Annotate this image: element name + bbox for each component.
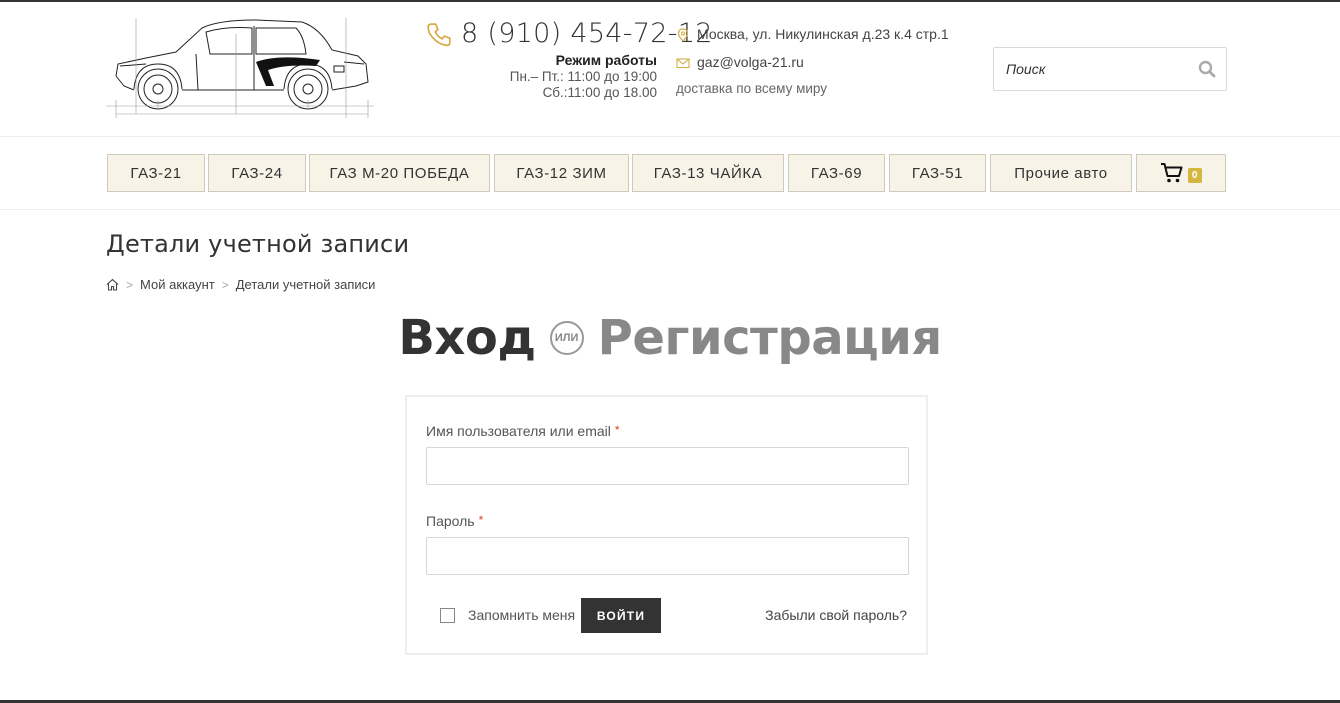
breadcrumb-current: Детали учетной записи (235, 277, 376, 292)
breadcrumb-my-account[interactable]: Мой аккаунт (140, 277, 215, 292)
address-text: Москва, ул. Никулинская д.23 к.4 стр.1 (697, 26, 949, 42)
cart-count-badge: 0 (1187, 167, 1203, 183)
working-hours-title: Режим работы (555, 52, 657, 68)
forgot-password-link[interactable]: Забыли свой пароль? (765, 607, 907, 623)
envelope-icon (676, 58, 690, 69)
nav-item-label: ГАЗ-13 ЧАЙКА (653, 164, 763, 182)
nav-item-gaz-12-zim[interactable]: ГАЗ-12 ЗИМ (494, 154, 629, 192)
nav-item-other-cars[interactable]: Прочие авто (990, 154, 1132, 192)
login-form: Имя пользователя или email * Пароль * Запо… (405, 395, 928, 655)
password-label: Пароль * (426, 513, 483, 529)
nav-item-gaz-21[interactable]: ГАЗ-21 (107, 154, 205, 192)
auth-switch: Вход ИЛИ Регистрация (0, 310, 1340, 366)
phone-icon (427, 23, 451, 47)
remember-me[interactable]: Запомнить меня (440, 607, 575, 623)
nav-divider (0, 209, 1340, 210)
nav-item-label: ГАЗ-24 (231, 164, 283, 182)
nav-item-label: ГАЗ-51 (911, 164, 964, 182)
nav-item-label: ГАЗ М-20 ПОБЕДА (329, 164, 470, 182)
breadcrumb: > Мой аккаунт > Детали учетной записи (106, 277, 375, 292)
working-hours-saturday: Сб.:11:00 до 18.00 (542, 85, 657, 100)
nav-item-gaz-m20-pobeda[interactable]: ГАЗ М-20 ПОБЕДА (309, 154, 490, 192)
search-input[interactable] (994, 48, 1184, 90)
login-tab[interactable]: Вход (398, 310, 536, 366)
nav-item-label: ГАЗ-12 ЗИМ (516, 164, 607, 182)
or-badge: ИЛИ (549, 321, 584, 355)
nav-item-gaz-24[interactable]: ГАЗ-24 (208, 154, 306, 192)
volga-car-blueprint (106, 18, 374, 118)
search-icon (1198, 60, 1216, 78)
breadcrumb-separator: > (221, 277, 229, 292)
nav-item-gaz-51[interactable]: ГАЗ-51 (889, 154, 986, 192)
nav-item-gaz-13-chaika[interactable]: ГАЗ-13 ЧАЙКА (632, 154, 784, 192)
cart-icon (1160, 163, 1183, 183)
search-button[interactable] (1196, 58, 1218, 80)
breadcrumb-separator: > (126, 277, 134, 292)
nav-item-gaz-69[interactable]: ГАЗ-69 (788, 154, 885, 192)
header-divider (0, 136, 1340, 137)
password-label-text: Пароль (426, 513, 475, 529)
delivery-note: доставка по всему миру (676, 81, 828, 96)
password-input[interactable] (426, 537, 909, 575)
nav-item-label: ГАЗ-21 (130, 164, 182, 182)
remember-me-checkbox[interactable] (440, 607, 455, 623)
working-hours-weekdays: Пн.– Пт.: 11:00 до 19:00 (509, 69, 657, 84)
cart-button[interactable]: 0 (1136, 154, 1226, 192)
username-label: Имя пользователя или email * (426, 423, 620, 439)
home-icon[interactable] (106, 278, 119, 291)
register-tab[interactable]: Регистрация (598, 310, 943, 366)
nav-item-label: ГАЗ-69 (810, 164, 863, 182)
login-button[interactable]: ВОЙТИ (581, 598, 661, 633)
map-pin-icon (677, 28, 689, 42)
remember-me-label: Запомнить меня (468, 607, 576, 623)
username-label-text: Имя пользователя или email (426, 423, 611, 439)
phone-number[interactable]: 8 (910) 454-72-12 (461, 18, 713, 49)
required-mark: * (614, 423, 620, 437)
top-border (0, 0, 1340, 2)
search-box (993, 47, 1227, 91)
page-title: Детали учетной записи (106, 230, 410, 258)
required-mark: * (478, 513, 484, 527)
email-link[interactable]: gaz@volga-21.ru (697, 54, 804, 70)
username-input[interactable] (426, 447, 909, 485)
site-logo[interactable] (106, 14, 374, 122)
nav-item-label: Прочие авто (1014, 164, 1108, 182)
